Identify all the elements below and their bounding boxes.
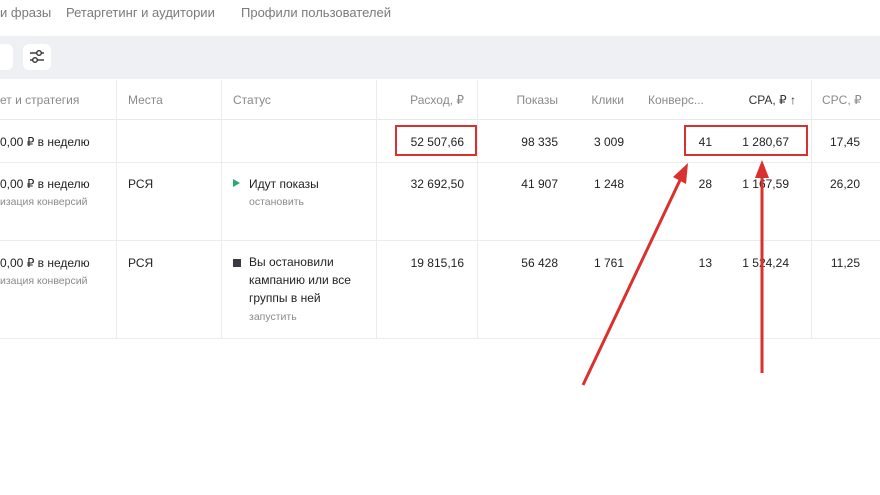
column-divider	[221, 80, 222, 338]
column-header-conversions[interactable]: Конверс...	[648, 93, 704, 107]
column-header-clicks[interactable]: Клики	[560, 93, 624, 107]
clicks-cell: 1 248	[593, 177, 624, 191]
spend-highlight-box	[395, 125, 477, 156]
cpc-cell: 17,45	[829, 135, 860, 149]
spend-cell: 19 815,16	[410, 256, 464, 270]
column-header-cpc[interactable]: CPC, ₽	[822, 93, 862, 107]
filter-settings-icon	[30, 50, 44, 63]
clicks-cell: 1 761	[593, 256, 624, 270]
column-header-impressions[interactable]: Показы	[478, 93, 558, 107]
places-cell: РСЯ	[128, 256, 154, 270]
column-divider	[116, 80, 117, 338]
strategy-label: изация конверсий	[0, 275, 88, 287]
column-header-places[interactable]: Места	[128, 93, 163, 107]
impressions-cell: 56 428	[521, 256, 558, 270]
clicks-cell: 3 009	[593, 135, 624, 149]
toolbar	[0, 36, 880, 79]
budget-cell: 0,00 ₽ в неделю	[0, 256, 90, 270]
budget-cell: 0,00 ₽ в неделю	[0, 135, 90, 149]
search-field[interactable]	[0, 44, 13, 70]
filter-button[interactable]	[23, 44, 51, 70]
column-header-cpa[interactable]: CPA, ₽ ↑	[726, 93, 796, 107]
tab-user-profiles[interactable]: Профили пользователей	[241, 5, 391, 20]
stop-icon	[233, 259, 241, 267]
column-divider	[811, 80, 812, 338]
cpa-cell: 1 167,59	[742, 177, 789, 191]
conversions-cell: 13	[698, 256, 712, 270]
row-divider	[0, 338, 880, 339]
impressions-cell: 98 335	[521, 135, 558, 149]
budget-cell: 0,00 ₽ в неделю	[0, 177, 90, 191]
status-text: Идут показы	[249, 177, 319, 191]
column-divider	[477, 80, 478, 338]
cpc-cell: 26,20	[829, 177, 860, 191]
row-divider	[0, 240, 880, 241]
strategy-label: изация конверсий	[0, 196, 88, 208]
cpa-cell: 1 524,24	[742, 256, 789, 270]
cpc-cell: 11,25	[830, 256, 860, 270]
cpa-highlight-box	[684, 125, 808, 156]
places-cell: РСЯ	[128, 177, 154, 191]
column-header-status[interactable]: Статус	[233, 93, 271, 107]
table-header: ет и стратегия Места Статус Расход, ₽ По…	[0, 80, 880, 120]
column-header-budget[interactable]: ет и стратегия	[0, 93, 79, 107]
status-text: Вы остановили кампанию или все группы в …	[249, 255, 351, 305]
spend-cell: 32 692,50	[410, 177, 464, 191]
impressions-cell: 41 907	[521, 177, 558, 191]
tab-retargeting[interactable]: Ретаргетинг и аудитории	[66, 5, 215, 20]
play-icon	[233, 179, 240, 187]
conversions-cell: 28	[698, 177, 712, 191]
tab-bar: и фразы Ретаргетинг и аудитории Профили …	[0, 0, 880, 30]
tab-keywords[interactable]: и фразы	[0, 5, 51, 20]
start-campaign-link[interactable]: запустить	[249, 311, 297, 323]
stop-campaign-link[interactable]: остановить	[249, 196, 304, 208]
arrow-to-conversions	[581, 177, 683, 386]
row-divider	[0, 162, 880, 163]
column-header-spend[interactable]: Расход, ₽	[380, 93, 464, 107]
